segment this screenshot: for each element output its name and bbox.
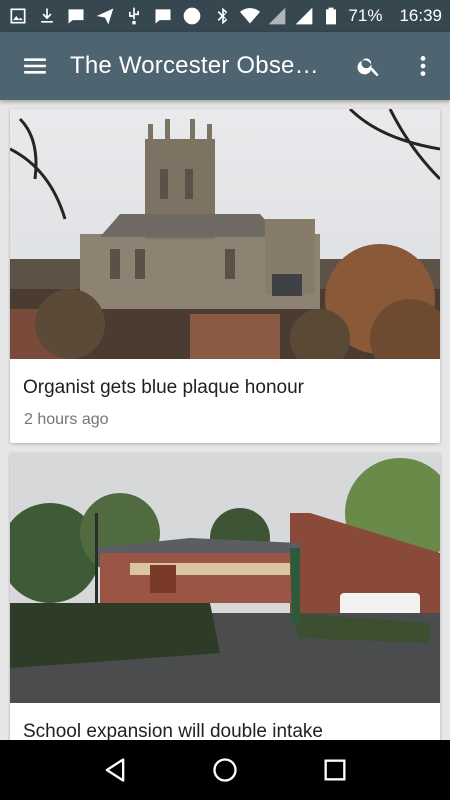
wifi-icon <box>240 6 261 26</box>
battery-percent: 71% <box>348 6 383 25</box>
chat-bubble-icon <box>66 6 86 26</box>
recents-icon <box>324 759 346 781</box>
back-icon <box>105 758 125 782</box>
back-button[interactable] <box>85 740 145 800</box>
download-icon <box>37 6 57 26</box>
clock: 16:39 <box>399 6 442 25</box>
article-title[interactable]: School expansion will double intake <box>10 703 440 740</box>
article-image-cathedral[interactable] <box>10 109 440 359</box>
system-icons: 71% 16:39 <box>213 6 442 26</box>
article-card[interactable]: School expansion will double intake <box>10 453 440 740</box>
more-vert-icon <box>420 56 426 76</box>
menu-button[interactable] <box>0 32 70 100</box>
article-timestamp: 2 hours ago <box>24 411 109 428</box>
status-bar: 71% 16:39 <box>0 0 450 32</box>
article-card[interactable]: Organist gets blue plaque honour 2 hours… <box>10 109 440 443</box>
send-icon <box>95 6 115 26</box>
home-icon <box>213 758 237 782</box>
bluetooth-icon <box>213 6 233 26</box>
article-title[interactable]: Organist gets blue plaque honour <box>10 359 440 399</box>
chat-bubble-icon <box>153 6 173 26</box>
app-title: The Worcester Obser… <box>70 52 326 79</box>
search-button[interactable] <box>342 32 396 100</box>
signal-icon <box>267 6 287 26</box>
article-image-school[interactable] <box>10 453 440 703</box>
image-icon <box>8 6 28 26</box>
article-list[interactable]: Organist gets blue plaque honour 2 hours… <box>0 100 450 740</box>
recents-button[interactable] <box>305 740 365 800</box>
more-options-button[interactable] <box>396 32 450 100</box>
usb-icon <box>124 6 144 26</box>
signal-icon <box>294 6 314 26</box>
menu-icon <box>24 58 46 74</box>
battery-icon <box>321 6 341 26</box>
navigation-bar <box>0 740 450 800</box>
app-bar: The Worcester Obser… <box>0 32 450 100</box>
notification-icons <box>8 6 202 26</box>
search-icon <box>357 58 379 77</box>
home-button[interactable] <box>195 740 255 800</box>
app-actions <box>342 32 450 100</box>
circle-icon <box>182 6 202 26</box>
